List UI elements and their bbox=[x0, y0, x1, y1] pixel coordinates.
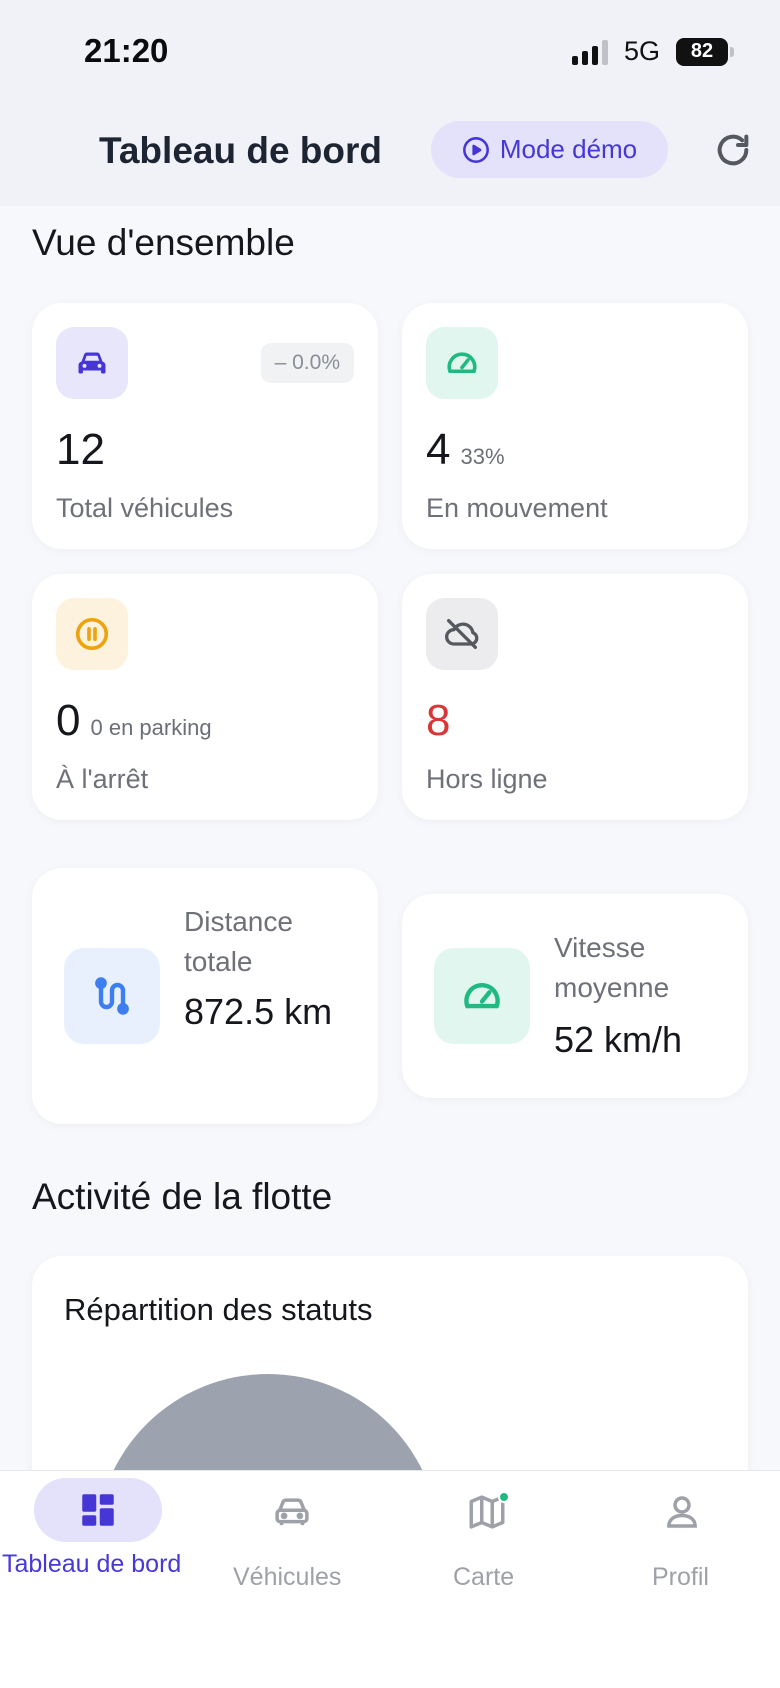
stat-parking: 0 en parking bbox=[90, 715, 212, 740]
nav-item-profile[interactable]: Profil bbox=[585, 1471, 780, 1631]
nav-item-map[interactable]: Carte bbox=[390, 1471, 585, 1631]
stat-percent: 33% bbox=[460, 444, 505, 469]
map-notification-dot bbox=[498, 1491, 510, 1503]
play-circle-icon bbox=[462, 136, 489, 163]
status-bar: 21:20 5G 82 bbox=[0, 0, 780, 100]
demo-mode-button[interactable]: Mode démo bbox=[431, 121, 668, 178]
speedometer-icon bbox=[434, 948, 530, 1044]
nav-label: Véhicules bbox=[233, 1563, 342, 1591]
signal-icon bbox=[571, 39, 608, 65]
nav-label: Carte bbox=[453, 1563, 515, 1591]
distance-value: 872.5 km bbox=[184, 991, 333, 1032]
stat-value: 0 0 en parking bbox=[56, 696, 212, 746]
status-time: 21:20 bbox=[84, 32, 169, 69]
car-icon bbox=[56, 327, 128, 399]
pause-icon bbox=[56, 598, 128, 670]
stat-card-stopped[interactable]: 0 0 en parking À l'arrêt bbox=[32, 574, 378, 820]
stat-label: Total véhicules bbox=[56, 493, 234, 523]
nav-label: Tableau de bord bbox=[2, 1550, 182, 1578]
stat-label: À l'arrêt bbox=[56, 764, 149, 794]
activity-title: Activité de la flotte bbox=[32, 1176, 333, 1217]
app-header: Tableau de bord Mode démo bbox=[0, 100, 780, 206]
cloud-off-icon bbox=[426, 598, 498, 670]
speedometer-icon bbox=[426, 327, 498, 399]
car-icon bbox=[275, 1498, 309, 1526]
stat-card-moving[interactable]: 4 33% En mouvement bbox=[402, 303, 748, 549]
battery-icon: 82 bbox=[676, 37, 734, 66]
stat-label: En mouvement bbox=[426, 493, 608, 523]
stat-number: 0 bbox=[56, 696, 81, 745]
nav-item-vehicles[interactable]: Véhicules bbox=[195, 1471, 390, 1631]
user-icon bbox=[667, 1496, 697, 1528]
overview-title: Vue d'ensemble bbox=[32, 222, 295, 263]
speed-label: Vitesse moyenne bbox=[554, 932, 670, 1003]
trend-badge: – 0.0% bbox=[260, 343, 354, 383]
stat-card-total[interactable]: – 0.0% 12 Total véhicules bbox=[32, 303, 378, 549]
stat-value: 4 33% bbox=[426, 425, 505, 475]
battery-level: 82 bbox=[690, 40, 714, 62]
bottom-nav: Tableau de bord Véhicules Carte Profil bbox=[0, 1470, 780, 1688]
network-type: 5G bbox=[623, 36, 660, 66]
stat-label: Hors ligne bbox=[426, 764, 548, 794]
page-title: Tableau de bord bbox=[99, 130, 383, 171]
stat-number: 12 bbox=[56, 425, 105, 474]
speed-card[interactable]: Vitesse moyenne 52 km/h bbox=[402, 894, 748, 1098]
route-icon bbox=[64, 948, 160, 1044]
dashboard-icon bbox=[82, 1494, 114, 1526]
nav-label: Profil bbox=[652, 1563, 709, 1591]
stat-value: 12 bbox=[56, 425, 105, 475]
nav-item-dashboard[interactable]: Tableau de bord bbox=[0, 1471, 195, 1631]
status-indicators: 5G 82 bbox=[571, 36, 734, 67]
stat-number: 8 bbox=[426, 696, 451, 745]
distance-card[interactable]: Distance totale 872.5 km bbox=[32, 868, 378, 1124]
demo-mode-label: Mode démo bbox=[499, 134, 638, 164]
speed-value: 52 km/h bbox=[554, 1019, 683, 1060]
stat-card-offline[interactable]: 8 Hors ligne bbox=[402, 574, 748, 820]
stat-number: 4 bbox=[426, 425, 451, 474]
stat-value: 8 bbox=[426, 696, 450, 746]
refresh-icon[interactable] bbox=[713, 130, 753, 170]
nav-active-indicator bbox=[34, 1478, 162, 1542]
distance-label: Distance totale bbox=[184, 906, 293, 977]
